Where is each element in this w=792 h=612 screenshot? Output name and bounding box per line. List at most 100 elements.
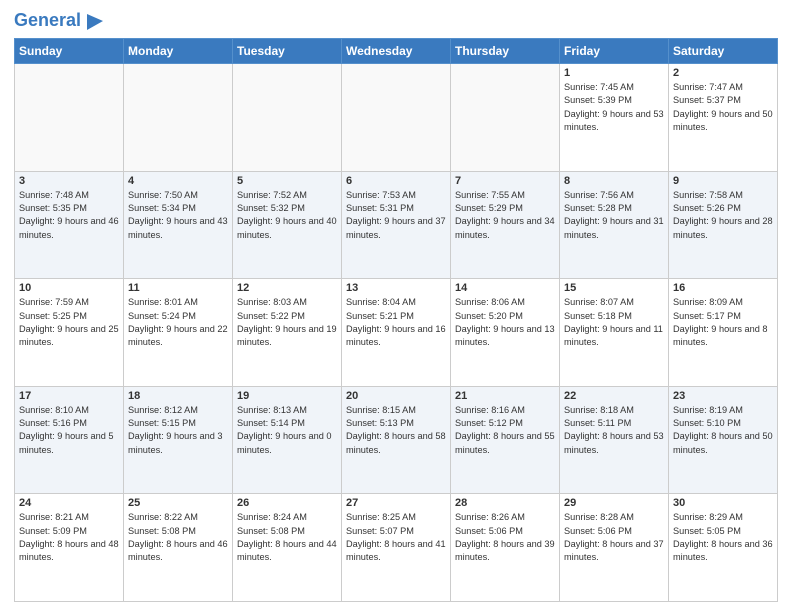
calendar-header-tuesday: Tuesday (233, 39, 342, 64)
calendar-cell: 2 Sunrise: 7:47 AMSunset: 5:37 PMDaylight… (669, 64, 778, 172)
calendar-header-sunday: Sunday (15, 39, 124, 64)
calendar-header-thursday: Thursday (451, 39, 560, 64)
calendar-cell: 6 Sunrise: 7:53 AMSunset: 5:31 PMDaylight… (342, 171, 451, 279)
day-number: 18 (128, 390, 228, 402)
calendar-cell: 10 Sunrise: 7:59 AMSunset: 5:25 PMDayligh… (15, 279, 124, 387)
header: General (14, 10, 778, 32)
calendar-week-row: 10 Sunrise: 7:59 AMSunset: 5:25 PMDayligh… (15, 279, 778, 387)
day-number: 22 (564, 390, 664, 402)
day-number: 21 (455, 390, 555, 402)
calendar-cell: 3 Sunrise: 7:48 AMSunset: 5:35 PMDaylight… (15, 171, 124, 279)
day-number: 15 (564, 282, 664, 294)
day-info: Sunrise: 7:48 AMSunset: 5:35 PMDaylight:… (19, 189, 119, 242)
calendar-cell: 21 Sunrise: 8:16 AMSunset: 5:12 PMDayligh… (451, 386, 560, 494)
calendar-cell (124, 64, 233, 172)
day-number: 4 (128, 175, 228, 187)
day-number: 26 (237, 497, 337, 509)
calendar-cell (342, 64, 451, 172)
day-number: 6 (346, 175, 446, 187)
day-number: 14 (455, 282, 555, 294)
day-info: Sunrise: 8:07 AMSunset: 5:18 PMDaylight:… (564, 296, 664, 349)
calendar-cell: 25Sunrise: 8:22 AMSunset: 5:08 PMDayligh… (124, 494, 233, 602)
day-info: Sunrise: 7:45 AMSunset: 5:39 PMDaylight:… (564, 81, 664, 134)
day-number: 24 (19, 497, 119, 509)
calendar-header-row: SundayMondayTuesdayWednesdayThursdayFrid… (15, 39, 778, 64)
calendar-week-row: 17 Sunrise: 8:10 AMSunset: 5:16 PMDayligh… (15, 386, 778, 494)
calendar-cell: 16 Sunrise: 8:09 AMSunset: 5:17 PMDayligh… (669, 279, 778, 387)
day-info: Sunrise: 7:53 AMSunset: 5:31 PMDaylight:… (346, 189, 446, 242)
calendar-week-row: 24 Sunrise: 8:21 AMSunset: 5:09 PMDayligh… (15, 494, 778, 602)
calendar-cell (451, 64, 560, 172)
day-number: 3 (19, 175, 119, 187)
day-info: Sunrise: 8:28 AMSunset: 5:06 PMDaylight:… (564, 511, 664, 564)
day-number: 19 (237, 390, 337, 402)
day-number: 9 (673, 175, 773, 187)
calendar-cell: 12 Sunrise: 8:03 AMSunset: 5:22 PMDayligh… (233, 279, 342, 387)
day-number: 20 (346, 390, 446, 402)
calendar-week-row: 3 Sunrise: 7:48 AMSunset: 5:35 PMDaylight… (15, 171, 778, 279)
day-info: Sunrise: 7:56 AMSunset: 5:28 PMDaylight:… (564, 189, 664, 242)
calendar-cell: 14Sunrise: 8:06 AMSunset: 5:20 PMDayligh… (451, 279, 560, 387)
day-number: 17 (19, 390, 119, 402)
logo-text: General (14, 11, 81, 31)
calendar-cell: 23 Sunrise: 8:19 AMSunset: 5:10 PMDayligh… (669, 386, 778, 494)
calendar-cell: 4Sunrise: 7:50 AMSunset: 5:34 PMDaylight… (124, 171, 233, 279)
day-info: Sunrise: 8:01 AMSunset: 5:24 PMDaylight:… (128, 296, 228, 349)
calendar-week-row: 1 Sunrise: 7:45 AMSunset: 5:39 PMDaylight… (15, 64, 778, 172)
day-info: Sunrise: 7:47 AMSunset: 5:37 PMDaylight:… (673, 81, 773, 134)
day-info: Sunrise: 8:09 AMSunset: 5:17 PMDaylight:… (673, 296, 773, 349)
day-info: Sunrise: 8:15 AMSunset: 5:13 PMDaylight:… (346, 404, 446, 457)
calendar-cell: 19 Sunrise: 8:13 AMSunset: 5:14 PMDayligh… (233, 386, 342, 494)
calendar-cell: 22 Sunrise: 8:18 AMSunset: 5:11 PMDayligh… (560, 386, 669, 494)
calendar-cell: 18 Sunrise: 8:12 AMSunset: 5:15 PMDayligh… (124, 386, 233, 494)
day-info: Sunrise: 8:18 AMSunset: 5:11 PMDaylight:… (564, 404, 664, 457)
day-info: Sunrise: 7:58 AMSunset: 5:26 PMDaylight:… (673, 189, 773, 242)
calendar-header-saturday: Saturday (669, 39, 778, 64)
calendar-cell: 11 Sunrise: 8:01 AMSunset: 5:24 PMDayligh… (124, 279, 233, 387)
day-info: Sunrise: 8:13 AMSunset: 5:14 PMDaylight:… (237, 404, 337, 457)
day-info: Sunrise: 8:16 AMSunset: 5:12 PMDaylight:… (455, 404, 555, 457)
day-number: 16 (673, 282, 773, 294)
calendar-table: SundayMondayTuesdayWednesdayThursdayFrid… (14, 38, 778, 602)
day-number: 23 (673, 390, 773, 402)
day-number: 12 (237, 282, 337, 294)
day-number: 30 (673, 497, 773, 509)
day-info: Sunrise: 8:10 AMSunset: 5:16 PMDaylight:… (19, 404, 119, 457)
day-info: Sunrise: 8:12 AMSunset: 5:15 PMDaylight:… (128, 404, 228, 457)
day-info: Sunrise: 8:29 AMSunset: 5:05 PMDaylight:… (673, 511, 773, 564)
calendar-cell: 26Sunrise: 8:24 AMSunset: 5:08 PMDayligh… (233, 494, 342, 602)
calendar-header-wednesday: Wednesday (342, 39, 451, 64)
day-info: Sunrise: 8:21 AMSunset: 5:09 PMDaylight:… (19, 511, 119, 564)
day-info: Sunrise: 8:04 AMSunset: 5:21 PMDaylight:… (346, 296, 446, 349)
calendar-cell: 1 Sunrise: 7:45 AMSunset: 5:39 PMDaylight… (560, 64, 669, 172)
day-number: 5 (237, 175, 337, 187)
calendar-header-monday: Monday (124, 39, 233, 64)
calendar-cell: 9 Sunrise: 7:58 AMSunset: 5:26 PMDaylight… (669, 171, 778, 279)
day-number: 10 (19, 282, 119, 294)
calendar-cell: 7Sunrise: 7:55 AMSunset: 5:29 PMDaylight… (451, 171, 560, 279)
calendar-header-friday: Friday (560, 39, 669, 64)
calendar-cell: 13 Sunrise: 8:04 AMSunset: 5:21 PMDayligh… (342, 279, 451, 387)
calendar-cell: 8 Sunrise: 7:56 AMSunset: 5:28 PMDaylight… (560, 171, 669, 279)
logo-icon (83, 10, 105, 32)
calendar-cell: 20 Sunrise: 8:15 AMSunset: 5:13 PMDayligh… (342, 386, 451, 494)
calendar-cell: 15 Sunrise: 8:07 AMSunset: 5:18 PMDayligh… (560, 279, 669, 387)
calendar-cell: 29 Sunrise: 8:28 AMSunset: 5:06 PMDayligh… (560, 494, 669, 602)
day-number: 1 (564, 67, 664, 79)
day-info: Sunrise: 7:52 AMSunset: 5:32 PMDaylight:… (237, 189, 337, 242)
calendar-cell: 17 Sunrise: 8:10 AMSunset: 5:16 PMDayligh… (15, 386, 124, 494)
day-number: 8 (564, 175, 664, 187)
day-number: 13 (346, 282, 446, 294)
day-info: Sunrise: 8:03 AMSunset: 5:22 PMDaylight:… (237, 296, 337, 349)
day-info: Sunrise: 8:19 AMSunset: 5:10 PMDaylight:… (673, 404, 773, 457)
calendar-cell: 27Sunrise: 8:25 AMSunset: 5:07 PMDayligh… (342, 494, 451, 602)
day-info: Sunrise: 7:59 AMSunset: 5:25 PMDaylight:… (19, 296, 119, 349)
day-info: Sunrise: 7:55 AMSunset: 5:29 PMDaylight:… (455, 189, 555, 242)
day-number: 29 (564, 497, 664, 509)
day-number: 27 (346, 497, 446, 509)
day-info: Sunrise: 8:22 AMSunset: 5:08 PMDaylight:… (128, 511, 228, 564)
day-info: Sunrise: 8:26 AMSunset: 5:06 PMDaylight:… (455, 511, 555, 564)
day-number: 2 (673, 67, 773, 79)
day-number: 11 (128, 282, 228, 294)
page: General SundayMondayTuesdayWednesdayThur… (0, 0, 792, 612)
